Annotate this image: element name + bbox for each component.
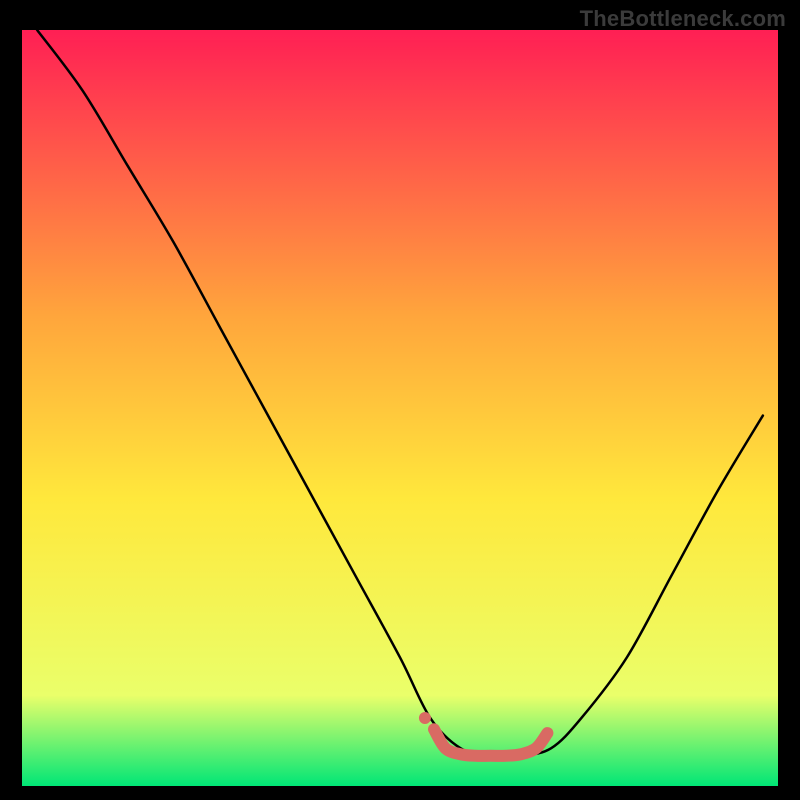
plot-area	[22, 30, 778, 786]
chart-container: TheBottleneck.com	[0, 0, 800, 800]
chart-svg	[22, 30, 778, 786]
highlight-dot-left	[419, 712, 431, 724]
gradient-background	[22, 30, 778, 786]
watermark-text: TheBottleneck.com	[580, 6, 786, 32]
